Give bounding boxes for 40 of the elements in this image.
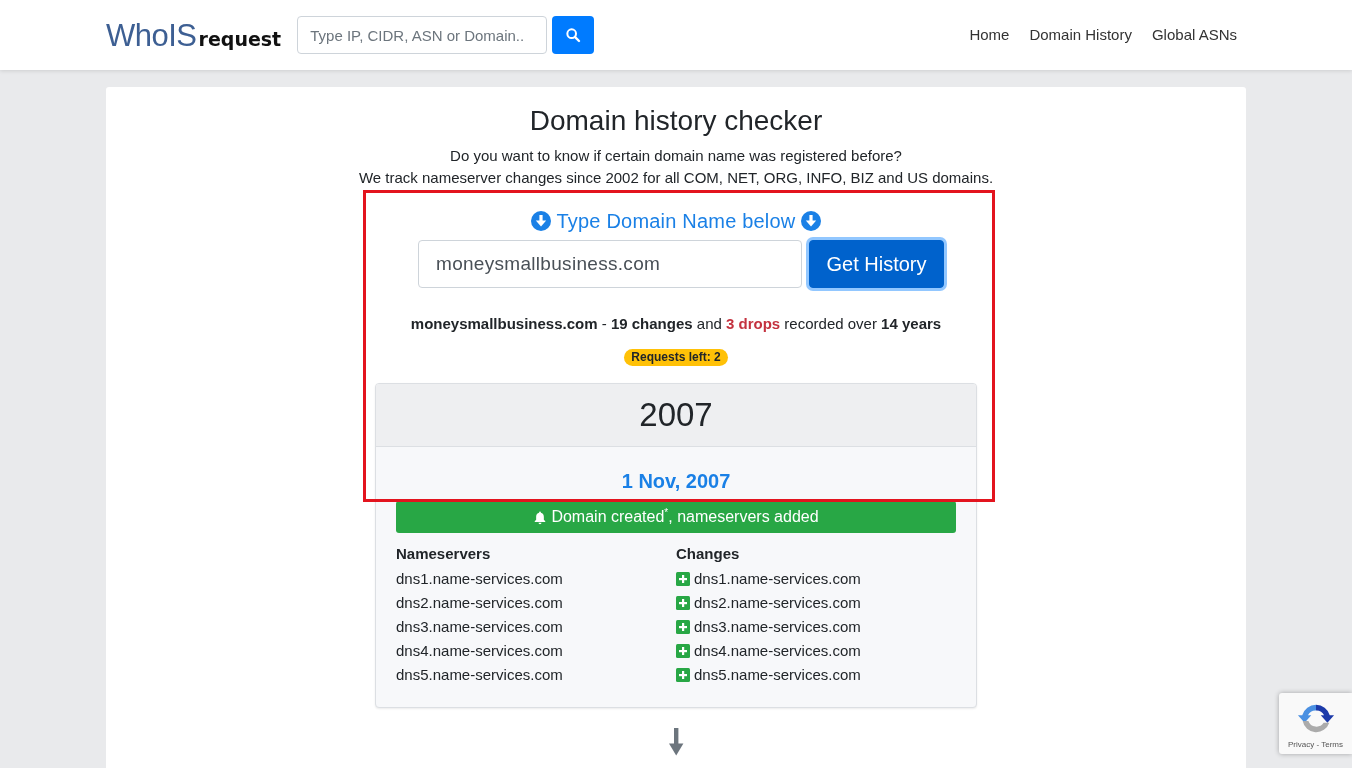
privacy-terms-link[interactable]: Privacy - Terms [1288,740,1343,749]
subtitle-text: We track nameserver changes since 2002 for all COM, NET, ORG, INFO, BIZ and US domains. [358,168,994,188]
search-icon [565,27,582,43]
nav-link[interactable]: Home [959,24,1020,46]
plus-icon [676,620,690,634]
site-logo[interactable]: WhoIS request [106,18,282,54]
nameserver-text: dns5.name-services.com [396,665,563,685]
change-text: dns4.name-services.com [694,641,861,661]
nameserver-text: dns2.name-services.com [396,593,563,613]
year-header: 2007 [376,384,976,447]
arrow-down-circle-icon [530,211,551,231]
event-date: 1 Nov, 2007 [620,469,732,494]
requests-badge: Requests left: 2 [624,349,728,366]
bell-icon [533,509,548,525]
plus-icon [676,596,690,610]
nav-link[interactable]: Global ASNs [1141,24,1247,46]
arrow-down-icon [668,728,684,756]
search-field[interactable]: Type IP, CIDR, ASN or Domain.. [297,16,548,54]
domain-field[interactable]: moneysmallbusiness.com [418,240,802,288]
plus-icon [676,644,690,658]
change-text: dns5.name-services.com [694,665,861,685]
nameserver-text: dns4.name-services.com [396,641,563,661]
change-text: dns2.name-services.com [694,593,861,613]
nameserver-text: dns1.name-services.com [396,569,563,589]
plus-icon [676,572,690,586]
subtitle-text: Do you want to know if certain domain name was registered before? [449,146,903,166]
search-button[interactable] [552,16,595,54]
change-text: dns3.name-services.com [694,617,861,637]
arrow-down-circle-icon [801,211,822,231]
column-heading: Nameservers [396,544,491,564]
event-text: Domain created$^{*}$, nameservers added [551,507,819,527]
column-heading: Changes [676,544,740,564]
get-history-button[interactable]: Get History [809,240,944,288]
page-title: Domain history checker [529,104,823,138]
summary-text: moneysmallbusiness.com - 19 changes and 3 drops recorded over 14 years [410,314,942,334]
nameserver-text: dns3.name-services.com [396,617,563,637]
change-text: dns1.name-services.com [694,569,861,589]
plus-icon [676,668,690,682]
prompt-text: Type Domain Name below [556,209,796,233]
nav-link[interactable]: Domain History [1019,24,1142,46]
